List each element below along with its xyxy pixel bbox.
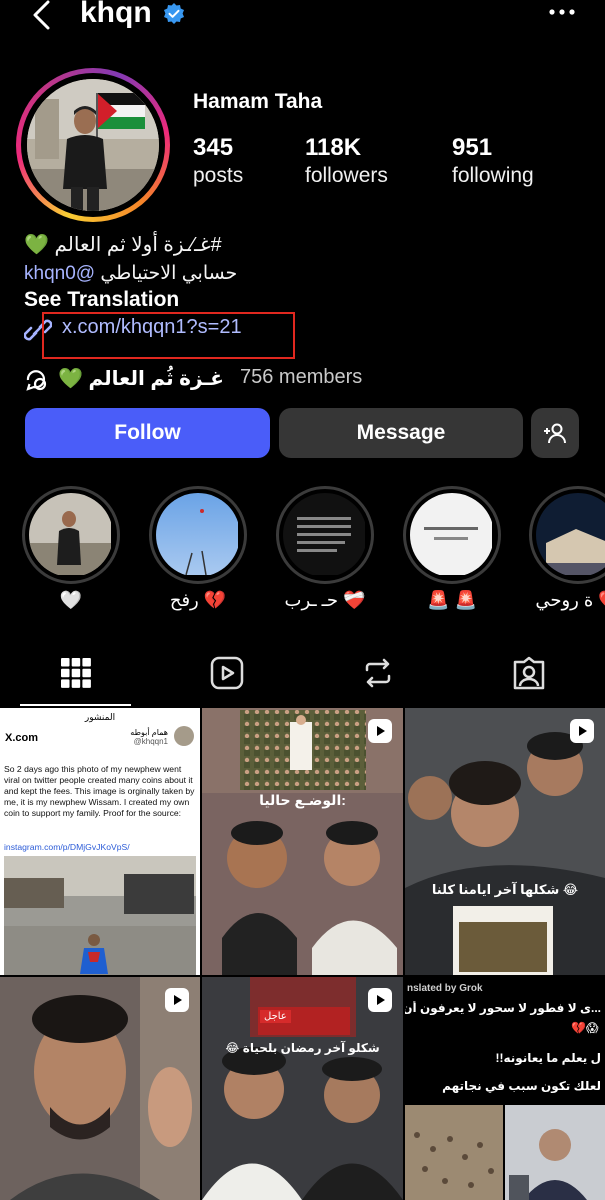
story-ring[interactable] xyxy=(16,68,170,222)
see-translation-link[interactable]: See Translation xyxy=(24,288,179,312)
tab-reposts[interactable] xyxy=(302,640,453,706)
tab-grid[interactable] xyxy=(0,640,151,706)
bio-text: حسابي الاحتياطي xyxy=(100,263,238,284)
active-tab-indicator xyxy=(20,704,131,706)
highlight-label: 🤍 xyxy=(59,590,83,610)
highlight-cover xyxy=(536,493,605,575)
story-highlight[interactable]: رفح 💔 xyxy=(149,486,247,611)
highlight-label: ة روحي 💔 xyxy=(535,590,605,610)
bio-line-1: 💚 #غـ⁄ـزة أولا ثم العالم xyxy=(24,232,289,257)
stat-label: posts xyxy=(193,164,244,187)
post-thumbnail[interactable]: nslated by Grok ...ى لا فطور لا سحور لا … xyxy=(405,977,605,1200)
post-caption: 😂 شكلو آخر رمضان بلحياة xyxy=(225,1041,380,1055)
post-photo xyxy=(405,1105,605,1200)
post-photo xyxy=(4,856,196,975)
post-account: X.com xyxy=(5,732,39,744)
message-button[interactable]: Message xyxy=(279,408,523,458)
follow-button[interactable]: Follow xyxy=(25,408,270,458)
post-caption-text: شكلو آخر رمضان بلحياة xyxy=(242,1041,380,1055)
profile-username: khqn xyxy=(80,0,152,29)
stat-value: 951 xyxy=(452,134,493,161)
channel-members: 756 members xyxy=(240,366,363,388)
highlight-box-annotation xyxy=(42,312,295,359)
post-image xyxy=(405,708,605,975)
bio-mention-link[interactable]: khqn0@ xyxy=(24,263,95,284)
top-bar: khqn xyxy=(0,0,605,34)
reel-icon xyxy=(570,719,594,743)
reel-icon xyxy=(368,988,392,1012)
broadcast-channel-icon xyxy=(26,370,47,391)
channel-name: 💚 غـزة ثُم العالم xyxy=(58,366,224,391)
story-highlight[interactable]: 🚨 🚨 xyxy=(403,486,501,611)
post-caption-text: شكلها آخر ايامنا كلنا xyxy=(431,882,560,897)
post-author-name: همام أبوطه xyxy=(130,728,168,737)
reel-icon xyxy=(368,719,392,743)
post-author-handle: @khqqn1 xyxy=(133,737,168,746)
highlight-label: حـ ـرب ❤️‍🩹 xyxy=(284,590,366,610)
highlight-label: 🚨 🚨 xyxy=(427,590,477,610)
post-thumbnail[interactable] xyxy=(0,977,200,1200)
green-heart-icon: 💚 xyxy=(24,234,49,256)
stat-label: following xyxy=(452,164,534,187)
stat-label: followers xyxy=(305,164,388,187)
news-tag: عاجل xyxy=(260,1010,291,1023)
green-heart-icon: 💚 xyxy=(58,368,83,390)
stat-value: 118K xyxy=(305,134,362,161)
stat-following[interactable]: 951 following xyxy=(452,134,534,190)
channel-name-text: غـزة ثُم العالم xyxy=(88,368,224,390)
avatar[interactable] xyxy=(27,79,159,211)
post-thumbnail[interactable]: شكلها آخر ايامنا كلنا 😂 xyxy=(405,708,605,975)
post-text-line: ...ى لا فطور لا سحور لا يعرفون أن رمض xyxy=(405,1001,601,1015)
post-text-line: لعلك تكون سبب في نجاتهم xyxy=(442,1079,601,1093)
suggested-users-button[interactable] xyxy=(531,408,579,458)
post-source-link: instagram.com/p/DMjGvJKoVpS/ xyxy=(4,842,130,852)
back-icon[interactable] xyxy=(28,0,62,32)
profile-tabs xyxy=(0,640,605,706)
highlight-label: رفح 💔 xyxy=(169,590,227,610)
post-header: المنشور xyxy=(84,712,116,722)
post-thumbnail[interactable]: المنشور X.com همام أبوطه @khqqn1 So 2 da… xyxy=(0,708,200,975)
bio-line-2: khqn0@ حسابي الاحتياطي xyxy=(24,262,264,285)
post-author: همام أبوطه @khqqn1 xyxy=(130,728,168,746)
post-caption: الوضـع حاليا: xyxy=(259,792,346,808)
story-highlight[interactable]: ة روحي 💔 xyxy=(529,486,605,611)
display-name: Hamam Taha xyxy=(193,90,323,113)
stat-value: 345 xyxy=(193,134,234,161)
stat-followers[interactable]: 118K followers xyxy=(305,134,388,190)
translated-label: nslated by Grok xyxy=(407,983,483,994)
post-thumbnail[interactable]: الوضـع حاليا: xyxy=(202,708,403,975)
emoji-row: 💔😱 xyxy=(571,1021,599,1035)
reels-icon xyxy=(210,656,243,690)
story-highlight[interactable]: حـ ـرب ❤️‍🩹 xyxy=(276,486,374,611)
highlight-cover xyxy=(410,493,492,575)
post-image xyxy=(202,708,403,975)
tagged-icon xyxy=(513,656,544,690)
post-body-text: So 2 days ago this photo of my newphew w… xyxy=(4,764,195,818)
reel-icon xyxy=(165,988,189,1012)
story-highlight[interactable]: 🤍 xyxy=(22,486,120,611)
highlight-cover xyxy=(29,493,111,575)
posts-grid: المنشور X.com همام أبوطه @khqqn1 So 2 da… xyxy=(0,708,605,1200)
grid-icon xyxy=(60,658,91,688)
tab-reels[interactable] xyxy=(151,640,302,706)
repost-icon xyxy=(365,658,390,688)
stat-posts[interactable]: 345 posts xyxy=(193,134,243,190)
post-author-avatar xyxy=(174,726,194,746)
highlight-cover xyxy=(283,493,365,575)
post-thumbnail[interactable]: عاجل 😂 شكلو آخر رمضان بلحياة xyxy=(202,977,403,1200)
post-text-line: ل يعلم ما يعانونه!! xyxy=(495,1051,601,1065)
avatar-photo xyxy=(27,79,159,211)
add-person-icon xyxy=(544,423,566,444)
post-caption: شكلها آخر ايامنا كلنا 😂 xyxy=(431,882,579,897)
highlight-cover xyxy=(156,493,238,576)
more-options-icon[interactable] xyxy=(548,2,576,22)
bio-text: #غـ⁄ـزة أولا ثم العالم xyxy=(54,234,222,256)
tab-tagged[interactable] xyxy=(453,640,604,706)
verified-badge-icon xyxy=(164,3,184,24)
